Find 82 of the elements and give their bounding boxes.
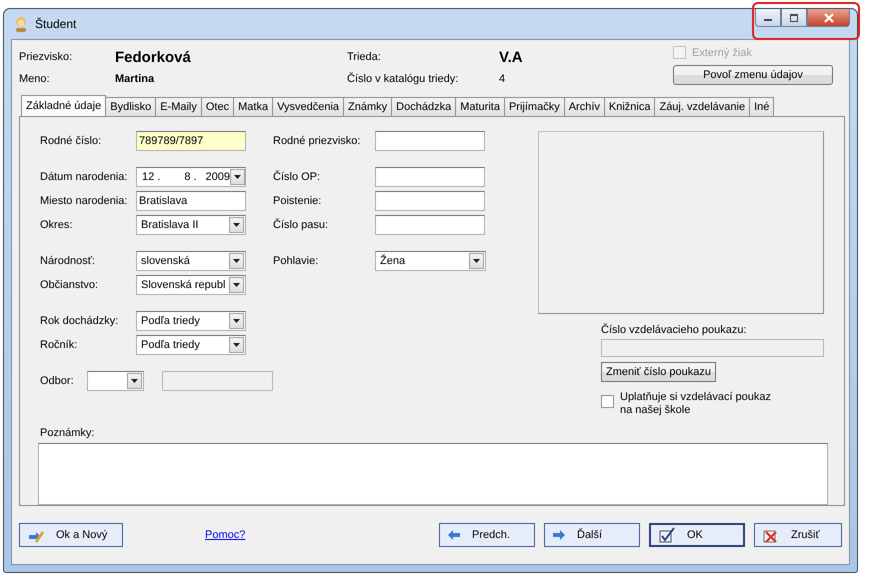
field-label: Číslo OP: xyxy=(273,171,322,183)
tab[interactable]: Základné údaje xyxy=(21,95,106,116)
field-label: Miesto narodenia: xyxy=(40,195,128,207)
dropdown[interactable]: Podľa triedy xyxy=(136,335,246,355)
arrow-left-icon xyxy=(448,530,460,540)
dropdown[interactable]: Slovenská republ xyxy=(136,275,246,295)
dialog-button[interactable]: Predch. xyxy=(439,523,535,547)
external-label: Externý žiak xyxy=(692,46,752,58)
catalog-value: 4 xyxy=(499,73,506,85)
tab[interactable]: Známky xyxy=(343,97,392,116)
dialog-button[interactable]: Zrušiť xyxy=(754,523,842,547)
dropdown-arrow-icon xyxy=(233,319,240,323)
dropdown-arrow-icon xyxy=(233,283,240,287)
close-button[interactable] xyxy=(807,9,850,27)
dropdown-arrow-icon xyxy=(233,343,240,347)
notes-field[interactable] xyxy=(38,443,828,505)
name-value: Martina xyxy=(115,73,154,85)
tab[interactable]: Archív xyxy=(564,97,605,116)
dropdown-arrow-icon xyxy=(233,259,240,263)
field-label: Rodné priezvisko: xyxy=(273,135,362,147)
ok-and-new-button[interactable]: Ok a Nový xyxy=(19,523,123,547)
dialog-button[interactable]: Ďalší xyxy=(544,523,640,547)
surname-value: Fedorková xyxy=(115,48,191,66)
dropdown-arrow-icon xyxy=(233,223,240,227)
window-title: Študent xyxy=(35,17,76,31)
tab[interactable]: Záuj. vzdelávanie xyxy=(654,97,750,116)
voucher-checkbox-label: Uplatňuje si vzdelávací poukaz na našej škole xyxy=(620,391,772,417)
tab[interactable]: E-Maily xyxy=(155,97,202,116)
dialog-button[interactable]: OK xyxy=(649,523,745,547)
field-label: Poistenie: xyxy=(273,195,322,207)
tab[interactable]: Iné xyxy=(749,97,774,116)
class-label: Trieda: xyxy=(347,51,382,63)
tab[interactable]: Vysvedčenia xyxy=(272,97,344,116)
tab[interactable]: Prijímačky xyxy=(504,97,565,116)
minimize-button[interactable] xyxy=(755,9,781,27)
maximize-icon xyxy=(789,14,799,22)
field-label: Dátum narodenia: xyxy=(40,171,128,183)
student-icon xyxy=(13,16,29,32)
field-label: Rodné číslo: xyxy=(40,135,102,147)
dropdown[interactable]: Bratislava II xyxy=(136,215,246,235)
field-label: Ročník: xyxy=(40,339,78,351)
field-label: Národnosť: xyxy=(40,255,96,267)
class-value: V.A xyxy=(499,48,523,66)
tab[interactable]: Bydlisko xyxy=(105,97,156,116)
arrow-right-icon xyxy=(553,530,565,540)
maximize-button[interactable] xyxy=(781,9,807,27)
surname-label: Priezvisko: xyxy=(19,51,74,63)
dropdown[interactable]: Žena xyxy=(375,251,486,271)
dropdown-arrow-icon xyxy=(473,259,480,263)
field-label: Rok dochádzky: xyxy=(40,315,120,327)
notes-label: Poznámky: xyxy=(40,427,96,439)
field-label: Okres: xyxy=(40,219,74,231)
date-picker[interactable]: 12 . 8 . 2009 xyxy=(136,167,246,187)
text-field[interactable] xyxy=(375,191,485,211)
text-field[interactable] xyxy=(375,167,485,187)
field-label: Odbor: xyxy=(40,375,75,387)
close-icon xyxy=(822,12,834,22)
enable-edit-button[interactable]: Povoľ zmenu údajov xyxy=(673,65,833,85)
voucher-checkbox[interactable] xyxy=(601,395,614,408)
check-icon xyxy=(659,527,675,543)
tab[interactable]: Dochádzka xyxy=(391,97,456,116)
dropdown[interactable] xyxy=(87,371,144,391)
tab[interactable]: Matka xyxy=(233,97,274,116)
tab[interactable]: Maturita xyxy=(455,97,505,116)
dropdown-arrow-icon xyxy=(234,175,241,179)
field-label: Občianstvo: xyxy=(40,279,100,291)
change-voucher-button[interactable]: Zmeniť číslo poukazu xyxy=(601,362,716,382)
field-label: Číslo pasu: xyxy=(273,219,330,231)
voucher-label: Číslo vzdelávacieho poukazu: xyxy=(601,324,747,336)
dropdown-arrow-icon xyxy=(130,379,138,383)
text-field[interactable]: Bratislava xyxy=(136,191,246,211)
dropdown[interactable]: Podľa triedy xyxy=(136,311,246,331)
text-field[interactable] xyxy=(375,131,485,151)
tab[interactable]: Knižnica xyxy=(604,97,656,116)
dropdown[interactable]: slovenská xyxy=(136,251,246,271)
field-label: Pohlavie: xyxy=(273,255,320,267)
name-label: Meno: xyxy=(19,73,51,85)
text-field[interactable]: 789789/7897 xyxy=(136,131,246,151)
catalog-label: Číslo v katalógu triedy: xyxy=(347,73,460,85)
help-link[interactable]: Pomoc? xyxy=(205,529,246,541)
text-field[interactable] xyxy=(375,215,485,235)
tab[interactable]: Otec xyxy=(200,97,234,116)
